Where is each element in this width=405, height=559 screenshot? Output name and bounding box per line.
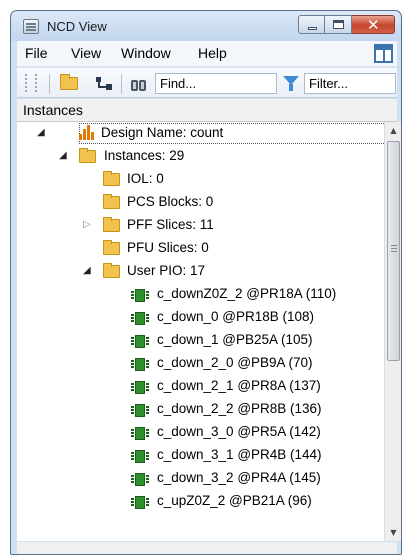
scroll-thumb[interactable] [387, 141, 400, 361]
pio-chip-icon [131, 381, 149, 394]
ncd-view-window: NCD View ✕ File View Window Help Find...… [10, 10, 402, 555]
folder-icon [103, 217, 120, 232]
pio-chip-icon [131, 450, 149, 463]
maximize-button[interactable] [325, 15, 352, 34]
menu-file[interactable]: File [25, 45, 48, 61]
find-input[interactable]: Find... [155, 73, 277, 94]
maximize-icon [333, 20, 344, 29]
window-controls: ✕ [298, 15, 395, 35]
tree-row-iol[interactable]: IOL: 0 [17, 168, 384, 191]
pff-slices-label: PFF Slices: 11 [127, 217, 214, 232]
tree-row-pio[interactable]: c_down_3_0 @PR5A (142) [17, 421, 384, 444]
status-bar [17, 542, 397, 554]
expand-arrow-icon[interactable]: ◢ [59, 150, 67, 161]
pio-chip-icon [131, 427, 149, 440]
design-hierarchy-icon [79, 125, 95, 141]
vertical-scrollbar[interactable]: ▲ ▼ [384, 122, 401, 541]
tree-row-pfu[interactable]: PFU Slices: 0 [17, 237, 384, 260]
tree-row-pio[interactable]: c_upZ0Z_2 @PB21A (96) [17, 490, 384, 513]
menu-help[interactable]: Help [198, 45, 227, 61]
tree-row-pio[interactable]: c_down_3_2 @PR4A (145) [17, 467, 384, 490]
pio-chip-icon [131, 473, 149, 486]
pio-item-label: c_down_3_1 @PR4B (144) [157, 447, 322, 462]
title-bar[interactable]: NCD View ✕ [11, 11, 401, 41]
tree-row-pio[interactable]: c_down_0 @PR18B (108) [17, 306, 384, 329]
expand-arrow-icon[interactable]: ◢ [83, 265, 91, 276]
folder-icon [103, 263, 120, 278]
tree-row-instances[interactable]: ◢ Instances: 29 [17, 145, 384, 168]
scroll-down-icon[interactable]: ▼ [385, 524, 402, 541]
pio-chip-icon [131, 358, 149, 371]
pio-item-label: c_upZ0Z_2 @PB21A (96) [157, 493, 312, 508]
instances-tree[interactable]: ◢ Design Name: count ◢ Instances: 29 IOL… [17, 122, 384, 541]
iol-label: IOL: 0 [127, 171, 164, 186]
hierarchy-icon[interactable] [95, 76, 113, 91]
app-icon[interactable] [23, 19, 39, 34]
filter-input[interactable]: Filter... [304, 73, 396, 94]
dock-layout-icon[interactable] [374, 44, 393, 63]
user-pio-label: User PIO: 17 [127, 263, 206, 278]
expand-arrow-icon[interactable]: ◢ [37, 127, 45, 138]
tree-row-pio[interactable]: c_down_2_0 @PB9A (70) [17, 352, 384, 375]
tree-row-design[interactable]: ◢ Design Name: count [17, 122, 384, 145]
tree-row-pio[interactable]: c_down_3_1 @PR4B (144) [17, 444, 384, 467]
folder-icon [103, 240, 120, 255]
tree-row-pio[interactable]: c_downZ0Z_2 @PR18A (110) [17, 283, 384, 306]
panel-title: Instances [23, 102, 83, 118]
minimize-icon [308, 27, 317, 30]
thumb-grip-icon [391, 245, 397, 252]
pio-chip-icon [131, 335, 149, 348]
instances-panel-header: Instances [17, 99, 397, 122]
collapsed-arrow-icon[interactable]: ▷ [83, 219, 91, 230]
tree-row-pio[interactable]: c_down_2_1 @PR8A (137) [17, 375, 384, 398]
tree-row-pff[interactable]: ▷ PFF Slices: 11 [17, 214, 384, 237]
menu-bar: File View Window Help [17, 41, 397, 67]
pio-chip-icon [131, 496, 149, 509]
folder-icon [103, 194, 120, 209]
instances-label: Instances: 29 [104, 148, 185, 163]
close-button[interactable]: ✕ [352, 15, 395, 34]
pio-item-label: c_down_1 @PB25A (105) [157, 332, 313, 347]
pio-item-label: c_down_3_2 @PR4A (145) [157, 470, 321, 485]
tree-row-pcs[interactable]: PCS Blocks: 0 [17, 191, 384, 214]
filter-funnel-icon[interactable] [283, 76, 299, 91]
tree-row-pio[interactable]: c_down_2_2 @PR8B (136) [17, 398, 384, 421]
folder-icon [103, 171, 120, 186]
pio-item-label: c_down_2_2 @PR8B (136) [157, 401, 322, 416]
toolbar-grip[interactable] [25, 74, 27, 94]
pfu-slices-label: PFU Slices: 0 [127, 240, 209, 255]
menu-window[interactable]: Window [121, 45, 171, 61]
pio-chip-icon [131, 289, 149, 302]
tree-row-pio[interactable]: c_down_1 @PB25A (105) [17, 329, 384, 352]
minimize-button[interactable] [298, 15, 325, 34]
pcs-blocks-label: PCS Blocks: 0 [127, 194, 214, 209]
toolbar-grip-2[interactable] [35, 74, 37, 94]
pio-item-label: c_down_2_0 @PB9A (70) [157, 355, 313, 370]
pio-item-label: c_downZ0Z_2 @PR18A (110) [157, 286, 337, 301]
pio-chip-icon [131, 312, 149, 325]
binoculars-icon[interactable] [131, 75, 148, 92]
menu-view[interactable]: View [71, 45, 101, 61]
pio-item-label: c_down_2_1 @PR8A (137) [157, 378, 321, 393]
toolbar: Find... Filter... [17, 68, 397, 98]
pio-item-label: c_down_0 @PR18B (108) [157, 309, 315, 324]
window-title: NCD View [47, 19, 107, 34]
folder-icon [79, 148, 96, 163]
close-icon: ✕ [367, 16, 380, 34]
design-name-label: Design Name: count [101, 125, 224, 140]
scroll-up-icon[interactable]: ▲ [385, 122, 402, 139]
toolbar-separator-2 [121, 74, 122, 94]
tree-row-user-pio[interactable]: ◢ User PIO: 17 [17, 260, 384, 283]
pio-chip-icon [131, 404, 149, 417]
open-folder-icon[interactable] [60, 74, 78, 90]
pio-item-label: c_down_3_0 @PR5A (142) [157, 424, 321, 439]
toolbar-separator [49, 74, 50, 94]
